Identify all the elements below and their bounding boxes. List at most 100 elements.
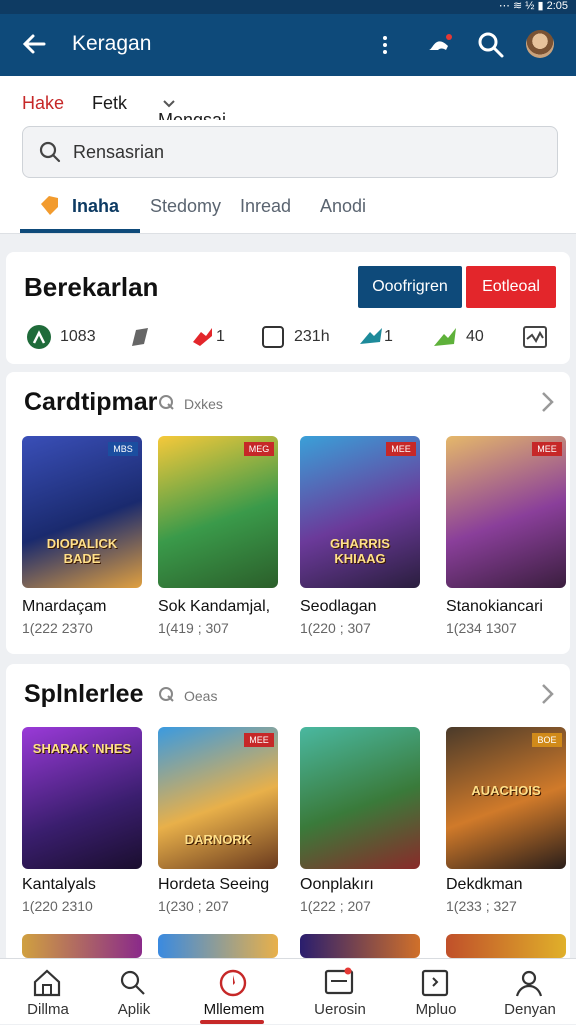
- message-icon: [324, 967, 354, 995]
- page-title: Berekarlan: [24, 272, 159, 302]
- game-tile[interactable]: MEE GHARRIS KHIAAG: [300, 436, 420, 588]
- badge: MEE: [386, 442, 416, 456]
- search-icon: [120, 970, 145, 995]
- tag-icon: [132, 328, 148, 346]
- chart-icon: [523, 326, 547, 348]
- game-tile[interactable]: MEG: [158, 436, 278, 588]
- game-tile[interactable]: [300, 727, 420, 869]
- game-name[interactable]: Hordeta Seeing: [158, 876, 269, 894]
- profile-icon: [515, 970, 543, 997]
- game-name[interactable]: Oonplakırı: [300, 876, 374, 894]
- game-meta: 1(230 ; 207: [158, 898, 229, 914]
- tab-anodi[interactable]: Anodi: [320, 196, 366, 217]
- section-title-2: Splnlerlee: [24, 680, 144, 708]
- badge: BOE: [532, 733, 562, 747]
- section-title-1: Cardtipmar: [24, 388, 158, 416]
- app-title: Keragan: [72, 32, 152, 55]
- game-meta: 1(419 ; 307: [158, 620, 229, 636]
- avatar[interactable]: [526, 30, 554, 58]
- filter-mengsai[interactable]: Mengsai: [158, 93, 226, 130]
- game-tile[interactable]: [446, 934, 566, 958]
- more-vert-icon[interactable]: [370, 30, 400, 60]
- arrow-icon: [360, 328, 382, 344]
- game-tile[interactable]: [300, 934, 420, 958]
- secondary-button[interactable]: Eotleoal: [466, 266, 556, 308]
- search-icon[interactable]: [476, 30, 506, 60]
- game-tile[interactable]: BOE AUACHOIS: [446, 727, 566, 869]
- search-input[interactable]: Rensasrian: [22, 126, 558, 178]
- tile-art-text: SHARAK 'NHES: [32, 741, 132, 756]
- game-meta: 1(220 ; 307: [300, 620, 371, 636]
- stat-chart[interactable]: [522, 322, 552, 352]
- game-meta: 1(222 2370: [22, 620, 93, 636]
- stat-time: 231h: [260, 322, 340, 352]
- stat-tag: [128, 322, 168, 352]
- status-bar: ⋯ ≋ ½ ▮ 2:05: [0, 0, 576, 14]
- nav-profile[interactable]: Denyan: [482, 959, 576, 1025]
- bottom-nav: Dillma Aplik Mllemem Uerosin Mpluo Denya…: [0, 958, 576, 1024]
- game-tile[interactable]: [158, 934, 278, 958]
- tile-art-text: DARNORK: [184, 832, 252, 847]
- game-name[interactable]: Seodlagan: [300, 598, 377, 616]
- game-name[interactable]: Dekdkman: [446, 876, 522, 894]
- badge: MEG: [244, 442, 274, 456]
- tile-art-text: DIOPALICK BADE: [46, 536, 118, 566]
- game-name[interactable]: Stanokiancari: [446, 598, 543, 616]
- home-icon: [33, 969, 61, 997]
- back-arrow-icon[interactable]: [18, 28, 50, 60]
- badge: MBS: [108, 442, 138, 456]
- tile-art-text: AUACHOIS: [471, 783, 541, 798]
- section-subtitle-2: Oeas: [184, 688, 218, 704]
- chevron-down-icon: [163, 100, 175, 108]
- tab-inread[interactable]: Inread: [240, 196, 291, 217]
- nav-search[interactable]: Aplik: [86, 959, 182, 1025]
- checkbox-icon: [262, 326, 284, 348]
- nav-active-indicator: [200, 1020, 264, 1024]
- game-meta: 1(220 2310: [22, 898, 93, 914]
- game-name[interactable]: Mnardaçam: [22, 598, 106, 616]
- game-meta: 1(234 1307: [446, 620, 517, 636]
- game-tile[interactable]: MEE: [446, 436, 566, 588]
- game-meta: 1(222 ; 207: [300, 898, 371, 914]
- badge: MEE: [244, 733, 274, 747]
- nav-messages[interactable]: Uerosin: [292, 959, 388, 1025]
- filter-fetk[interactable]: Fetk: [92, 93, 127, 114]
- game-name[interactable]: Kantalyals: [22, 876, 96, 894]
- library-icon: [421, 969, 449, 997]
- nav-library[interactable]: Mpluo: [388, 959, 484, 1025]
- game-tile[interactable]: SHARAK 'NHES: [22, 727, 142, 869]
- stat-likes: 1: [190, 322, 240, 352]
- nav-home[interactable]: Dillma: [0, 959, 96, 1025]
- game-tile[interactable]: MEE DARNORK: [158, 727, 278, 869]
- chevron-right-icon[interactable]: [538, 682, 558, 706]
- user-icon: [27, 325, 51, 349]
- app-bar: Keragan: [0, 14, 576, 76]
- filter-hake[interactable]: Hake: [22, 93, 64, 114]
- stat-growth: 40: [432, 322, 492, 352]
- game-name[interactable]: Sok Kandamjal,: [158, 598, 270, 616]
- search-icon: [39, 141, 61, 163]
- game-tile[interactable]: MBS DIOPALICK BADE: [22, 436, 142, 588]
- tab-indicator: [20, 229, 140, 233]
- heart-icon: [193, 328, 212, 346]
- tile-art-text: GHARRIS KHIAAG: [330, 536, 390, 566]
- notification-icon[interactable]: [424, 30, 454, 60]
- status-time: ⋯ ≋ ½ ▮ 2:05: [498, 0, 568, 12]
- section-subtitle-1: Dxkes: [184, 396, 223, 412]
- tag-icon: [41, 196, 58, 215]
- growth-icon: [434, 328, 456, 346]
- link-icon: [159, 395, 174, 410]
- chevron-right-icon[interactable]: [538, 390, 558, 414]
- stat-shares: 1: [358, 322, 408, 352]
- tab-inaha[interactable]: Inaha: [72, 196, 119, 217]
- nav-discover[interactable]: Mllemem: [186, 959, 282, 1025]
- primary-button[interactable]: Ooofrigren: [358, 266, 462, 308]
- tab-stedomy[interactable]: Stedomy: [150, 196, 221, 217]
- tab-bar: Inaha Stedomy Inread Anodi: [0, 178, 576, 234]
- link-icon: [159, 687, 174, 702]
- search-placeholder: Rensasrian: [73, 142, 165, 162]
- compass-icon: [219, 969, 247, 997]
- game-meta: 1(233 ; 327: [446, 898, 517, 914]
- game-tile[interactable]: [22, 934, 142, 958]
- filter-bar: Hake Fetk Mengsai: [0, 76, 576, 130]
